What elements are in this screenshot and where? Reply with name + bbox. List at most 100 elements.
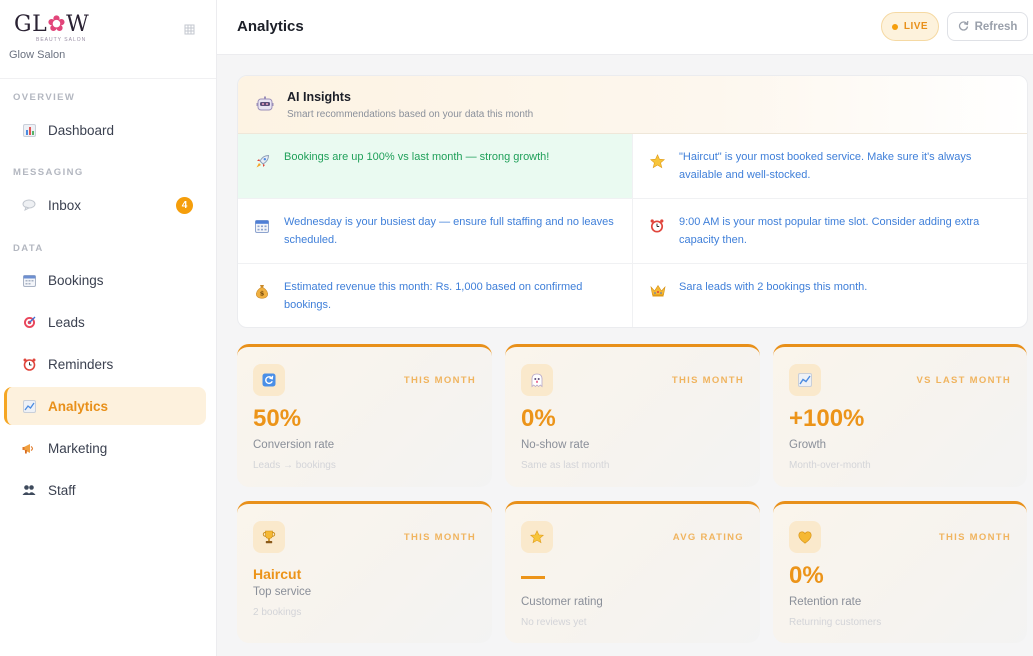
sidebar-item-staff[interactable]: Staff	[4, 471, 206, 509]
sidebar-item-bookings[interactable]: Bookings	[4, 261, 206, 299]
empty-value-dash	[521, 576, 545, 579]
stat-card-customer-rating: AVG RATING Customer rating No reviews ye…	[505, 501, 760, 643]
alarm-clock-icon	[21, 356, 37, 372]
stat-period-tag: AVG RATING	[672, 532, 744, 543]
ai-insights-subtitle: Smart recommendations based on your data…	[287, 109, 534, 120]
sidebar-item-reminders[interactable]: Reminders	[4, 345, 206, 383]
sidebar-item-leads[interactable]: Leads	[4, 303, 206, 341]
sidebar: GL✿W BEAUTY SALON Glow Salon OVERVIEW Da…	[0, 0, 217, 656]
logo-text-a: GL	[14, 12, 48, 37]
sidebar-item-label: Analytics	[48, 398, 109, 414]
sidebar-divider	[0, 78, 216, 79]
ghost-icon	[521, 364, 553, 396]
refresh-button[interactable]: Refresh	[947, 12, 1028, 41]
stat-value: +100%	[789, 405, 865, 432]
stat-value: Haircut	[253, 566, 302, 582]
bar-chart-icon	[21, 122, 37, 138]
sidebar-item-label: Reminders	[48, 356, 114, 372]
salon-name: Glow Salon	[9, 49, 66, 61]
stat-value: 0%	[789, 562, 824, 589]
stat-period-tag: THIS MONTH	[403, 532, 476, 543]
top-bar: Analytics LIVE Refresh	[217, 0, 1033, 55]
stat-period-tag: THIS MONTH	[671, 375, 744, 386]
refresh-icon	[253, 364, 285, 396]
logo-wordmark: GL✿W	[14, 14, 89, 36]
sidebar-item-label: Bookings	[48, 272, 104, 288]
alarm-clock-icon	[650, 219, 666, 235]
ai-insights-card: AI Insights Smart recommendations based …	[237, 75, 1028, 328]
sidebar-item-label: Dashboard	[48, 122, 115, 138]
star-icon	[649, 154, 666, 170]
stat-value: 0%	[521, 405, 556, 432]
insight-text: Sara leads with 2 bookings this month.	[679, 281, 868, 293]
stat-card-growth: VS LAST MONTH +100% Growth Month-over-mo…	[773, 344, 1027, 487]
refresh-label: Refresh	[974, 20, 1018, 33]
people-icon	[21, 482, 37, 498]
ai-insights-header: AI Insights Smart recommendations based …	[238, 76, 1027, 134]
sidebar-item-label: Inbox	[48, 197, 82, 213]
sidebar-item-marketing[interactable]: Marketing	[4, 429, 206, 467]
live-label: LIVE	[903, 21, 929, 32]
insight-text: Estimated revenue this month: Rs. 1,000 …	[284, 281, 583, 311]
stat-note: Month-over-month	[789, 460, 871, 471]
sidebar-item-label: Staff	[48, 482, 76, 498]
stat-value: 50%	[253, 405, 302, 432]
stat-period-tag: VS LAST MONTH	[916, 375, 1011, 386]
target-icon	[21, 314, 37, 330]
flower-icon: ✿	[47, 12, 67, 37]
stat-card-top-service: THIS MONTH Haircut Top service 2 booking…	[237, 501, 492, 643]
stat-note: Returning customers	[789, 617, 882, 628]
sidebar-item-label: Marketing	[48, 440, 108, 456]
sidebar-item-analytics[interactable]: Analytics	[4, 387, 206, 425]
sidebar-item-dashboard[interactable]: Dashboard	[4, 111, 206, 149]
line-chart-icon	[21, 398, 37, 414]
rocket-icon	[255, 154, 271, 170]
stat-label: Conversion rate	[253, 439, 335, 451]
stat-period-tag: THIS MONTH	[938, 532, 1011, 543]
section-label-data: DATA	[13, 243, 44, 254]
star-icon	[521, 521, 553, 553]
collapse-sidebar-icon[interactable]	[184, 24, 195, 35]
stat-label: No-show rate	[521, 439, 590, 451]
stat-label: Retention rate	[789, 596, 862, 608]
heart-icon	[789, 521, 821, 553]
logo-text-b: W	[66, 12, 90, 37]
crown-icon	[650, 284, 666, 300]
insight-item: "Haircut" is your most booked service. M…	[633, 134, 1027, 199]
insight-text: "Haircut" is your most booked service. M…	[679, 151, 972, 181]
calendar-icon	[21, 272, 37, 288]
stat-period-tag: THIS MONTH	[403, 375, 476, 386]
stat-card-no-show-rate: THIS MONTH 0% No-show rate Same as last …	[505, 344, 760, 487]
logo-subtitle: BEAUTY SALON	[36, 37, 87, 43]
money-bag-icon: $	[255, 284, 271, 300]
live-dot-icon	[891, 23, 898, 30]
stat-card-retention-rate: THIS MONTH 0% Retention rate Returning c…	[773, 501, 1027, 643]
stat-label: Growth	[789, 439, 827, 451]
svg-text:$: $	[260, 290, 265, 298]
stat-note: Leads → bookings	[253, 460, 336, 471]
section-label-overview: OVERVIEW	[13, 92, 76, 103]
sidebar-item-inbox[interactable]: Inbox 4	[4, 186, 206, 224]
robot-icon	[256, 96, 274, 112]
stat-note: Same as last month	[521, 460, 610, 471]
megaphone-icon	[21, 440, 37, 456]
refresh-icon	[958, 20, 969, 34]
sidebar-item-label: Leads	[48, 314, 85, 330]
unread-count-badge: 4	[176, 197, 193, 214]
speech-bubble-icon	[21, 197, 37, 213]
stat-label: Customer rating	[521, 596, 603, 608]
ai-insights-title: AI Insights	[287, 90, 351, 104]
stat-card-conversion-rate: THIS MONTH 50% Conversion rate Leads → b…	[237, 344, 492, 487]
insight-text: Bookings are up 100% vs last month — str…	[284, 151, 550, 163]
section-label-messaging: MESSAGING	[13, 167, 84, 178]
live-status-badge: LIVE	[881, 12, 939, 41]
stat-label: Top service	[253, 586, 312, 598]
page-title: Analytics	[237, 18, 304, 35]
line-chart-icon	[789, 364, 821, 396]
insight-item: $ Estimated revenue this month: Rs. 1,00…	[238, 264, 633, 327]
brand-logo[interactable]: GL✿W BEAUTY SALON	[14, 14, 89, 44]
insight-item: Wednesday is your busiest day — ensure f…	[238, 199, 633, 264]
insight-item: Bookings are up 100% vs last month — str…	[238, 134, 633, 199]
stat-note: 2 bookings	[253, 607, 302, 618]
calendar-icon	[255, 219, 271, 235]
